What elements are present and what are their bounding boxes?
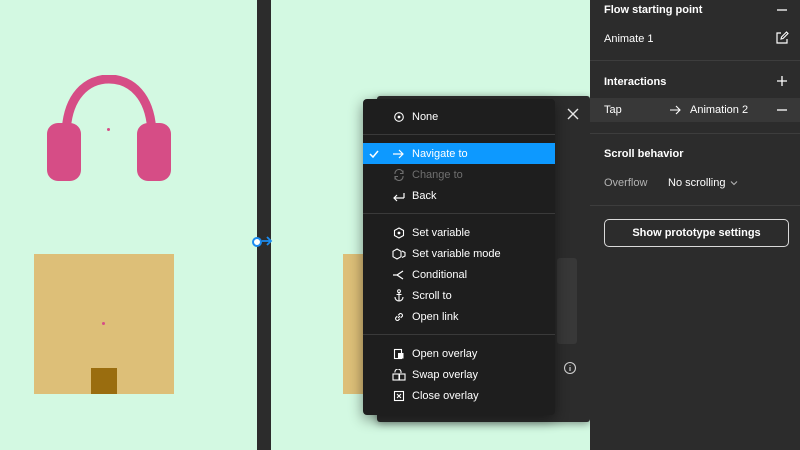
frame-animate-1[interactable] [0,0,257,450]
menu-item-label: Change to [412,168,463,181]
tan-square-card[interactable] [34,254,174,394]
arrow-back-icon [393,192,405,201]
flow-name[interactable]: Animate 1 [604,33,654,45]
frame-divider [257,0,271,450]
overflow-label: Overflow [604,177,648,189]
menu-item-close-overlay[interactable]: Close overlay [363,385,555,406]
menu-item-open-link[interactable]: Open link [363,306,555,327]
close-overlay-icon [393,390,404,401]
selection-center-dot [102,322,105,325]
edit-flow-button[interactable] [774,30,790,46]
menu-item-set-variable[interactable]: Set variable [363,222,555,243]
scroll-behavior-heading: Scroll behavior [604,148,684,160]
connection-arrow-icon [262,236,273,246]
menu-item-label: Back [412,189,437,202]
menu-separator [363,334,555,335]
chevron-down-icon [731,181,738,186]
menu-separator [363,134,555,135]
swap-overlay-icon [391,368,406,381]
brown-small-square[interactable] [91,368,117,394]
action-dropdown-menu: None Navigate to Change to Back Set vari… [363,99,555,415]
menu-item-label: Set variable [412,226,471,239]
plus-icon [777,76,787,86]
interactions-heading: Interactions [604,76,667,88]
menu-item-swap-overlay[interactable]: Swap overlay [363,364,555,385]
menu-item-label: Open link [412,310,459,323]
circle-dot-icon [393,111,404,122]
panel-scrollbar[interactable] [557,258,577,344]
remove-flow-button[interactable] [774,2,790,18]
menu-item-label: Close overlay [412,389,479,402]
close-icon [567,108,579,120]
show-prototype-settings-button[interactable]: Show prototype settings [604,219,789,247]
menu-item-set-variable-mode[interactable]: Set variable mode [363,243,555,264]
variable-icon [393,226,404,239]
menu-item-label: Open overlay [412,347,478,360]
checkmark-icon [369,150,379,158]
interaction-trigger: Tap [604,104,622,116]
menu-item-label: None [412,110,439,123]
interaction-destination: Animation 2 [690,104,749,116]
overflow-value: No scrolling [668,177,726,189]
menu-item-change-to: Change to [363,164,555,185]
selection-center-dot [107,128,110,131]
overflow-select[interactable]: No scrolling [668,177,738,189]
menu-item-label: Navigate to [412,147,468,160]
arrow-right-icon [670,105,681,115]
menu-item-conditional[interactable]: Conditional [363,264,555,285]
close-panel-button[interactable] [563,104,583,124]
menu-item-label: Swap overlay [412,368,479,381]
anchor-icon [393,289,404,302]
menu-item-scroll-to[interactable]: Scroll to [363,285,555,306]
arrow-right-icon [393,149,404,158]
prototype-properties-panel: Flow starting point Animate 1 Interactio… [590,0,800,450]
add-interaction-button[interactable] [774,73,790,89]
info-icon[interactable] [563,361,577,375]
link-icon [394,312,403,321]
menu-item-open-overlay[interactable]: Open overlay [363,343,555,364]
edit-icon [776,31,789,44]
minus-icon [777,109,787,111]
section-divider [590,133,800,134]
menu-separator [363,213,555,214]
swap-cycle-icon [393,168,404,181]
open-overlay-icon [393,348,403,359]
menu-item-back[interactable]: Back [363,185,555,206]
menu-item-label: Conditional [412,268,468,281]
minus-icon [777,9,787,11]
design-canvas[interactable]: None Navigate to Change to Back Set vari… [0,0,590,450]
variable-mode-icon [391,247,406,260]
branch-icon [393,270,404,279]
menu-item-label: Set variable mode [412,247,501,260]
menu-item-none[interactable]: None [363,106,555,127]
menu-item-label: Scroll to [412,289,452,302]
section-divider [590,60,800,61]
remove-interaction-button[interactable] [774,102,790,118]
flow-starting-point-heading: Flow starting point [604,4,703,16]
menu-item-navigate-to[interactable]: Navigate to [363,143,555,164]
section-divider [590,205,800,206]
